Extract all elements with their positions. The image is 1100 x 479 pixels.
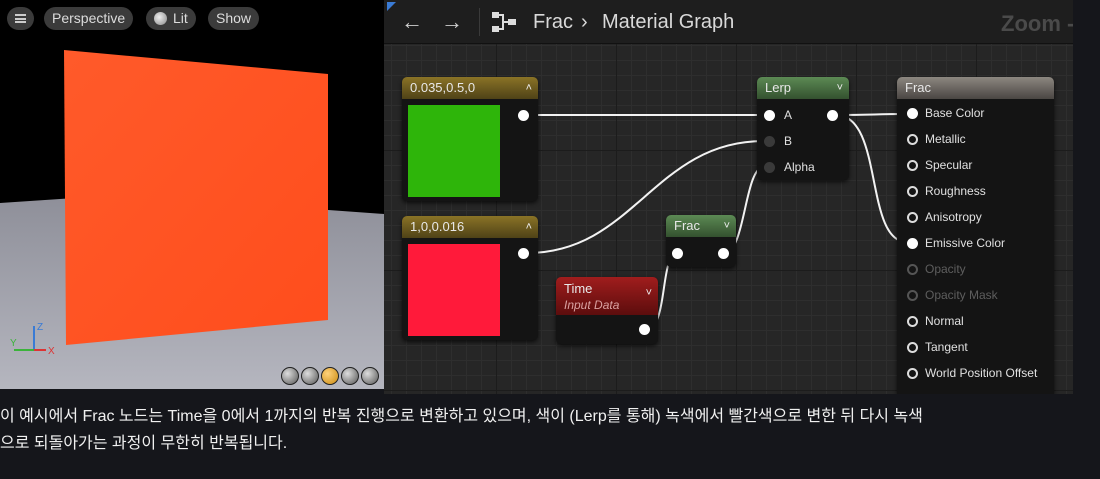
tab-corner-marker (387, 2, 396, 11)
output-pin[interactable] (518, 248, 529, 259)
pin-label-opacity: Opacity (925, 262, 966, 276)
caption-line-2: 으로 되돌아가는 과정이 무한히 반복됩니다. (0, 435, 288, 452)
preview-cube-icon[interactable] (341, 367, 359, 385)
input-pin[interactable] (672, 248, 683, 259)
hamburger-icon (15, 14, 26, 23)
input-pin-alpha[interactable] (764, 162, 775, 173)
axis-x-label: X (48, 346, 55, 357)
output-pin[interactable] (827, 110, 838, 121)
input-pin-specular[interactable] (907, 160, 918, 171)
pin-label-base-color: Base Color (925, 106, 985, 120)
node-title: 1,0,0.016 (410, 219, 465, 234)
axis-z-label: Z (37, 322, 43, 333)
node-graph-icon (492, 12, 516, 32)
material-graph-editor[interactable]: ← → Frac › Material Graph Zoom -1 (384, 0, 1073, 394)
perspective-button[interactable]: Perspective (44, 7, 134, 30)
input-pin-tangent[interactable] (907, 342, 918, 353)
constant3vector-red-node[interactable]: 1,0,0.016 ˄ (402, 216, 538, 340)
input-pin-opacity[interactable] (907, 264, 918, 275)
pin-label-emissive-color: Emissive Color (925, 236, 1006, 250)
pin-label-roughness: Roughness (925, 184, 986, 198)
node-header: Frac ˅ (666, 215, 736, 237)
perspective-label: Perspective (52, 10, 126, 26)
node-header: Lerp ˅ (757, 77, 849, 99)
input-pin-world-position-offset[interactable] (907, 368, 918, 379)
toolbar-divider (479, 8, 480, 36)
material-preview-viewport[interactable]: Perspective Lit Show Z X Y (0, 0, 384, 389)
breadcrumb-asset[interactable]: Frac (533, 11, 573, 34)
node-title: Frac (905, 80, 931, 95)
collapse-chevron-icon[interactable]: ˅ (837, 77, 843, 99)
input-pin-anisotropy[interactable] (907, 212, 918, 223)
node-subtitle: Input Data (564, 298, 620, 312)
axis-gizmo: Z X Y (10, 322, 55, 357)
node-header: 0.035,0.5,0 ˄ (402, 77, 538, 99)
lerp-node[interactable]: Lerp ˅ A B Alpha (757, 77, 849, 180)
caption: 이 예시에서 Frac 노드는 Time을 0에서 1까지의 반복 진행으로 변… (0, 403, 1100, 457)
caption-line-1: 이 예시에서 Frac 노드는 Time을 0에서 1까지의 반복 진행으로 변… (0, 408, 923, 425)
input-pin-a[interactable] (764, 110, 775, 121)
breadcrumb-separator: › (581, 11, 588, 33)
forward-arrow-icon[interactable]: → (441, 11, 463, 33)
node-title: Lerp (765, 80, 792, 95)
input-pin-normal[interactable] (907, 316, 918, 327)
pin-label-metallic: Metallic (925, 132, 966, 146)
right-gutter (1073, 0, 1100, 394)
preview-mesh-selector[interactable] (281, 367, 381, 385)
preview-cylinder-icon[interactable] (281, 367, 299, 385)
frac-node[interactable]: Frac ˅ (666, 215, 736, 267)
show-button[interactable]: Show (208, 7, 260, 30)
back-arrow-icon[interactable]: ← (401, 11, 423, 33)
pin-label-tangent: Tangent (925, 340, 968, 354)
input-pin-emissive-color[interactable] (907, 238, 918, 249)
breadcrumb-graph: Material Graph (602, 11, 735, 33)
node-title: Frac (674, 218, 700, 233)
output-pin[interactable] (639, 324, 650, 335)
input-pin-roughness[interactable] (907, 186, 918, 197)
pin-label-opacity-mask: Opacity Mask (925, 288, 998, 302)
node-header: Time Input Data ˅ (556, 277, 658, 315)
pin-label-world-position-offset: World Position Offset (925, 366, 1038, 380)
output-pin[interactable] (718, 248, 729, 259)
pin-label-normal: Normal (925, 314, 964, 328)
input-pin-metallic[interactable] (907, 134, 918, 145)
color-swatch (408, 105, 500, 197)
pin-label-specular: Specular (925, 158, 973, 172)
axis-y-label: Y (10, 338, 17, 349)
page: Perspective Lit Show Z X Y ← → Frac › Ma… (0, 0, 1100, 479)
node-title: 0.035,0.5,0 (410, 80, 476, 95)
input-pin-opacity-mask[interactable] (907, 290, 918, 301)
zoom-level: Zoom -1 (1001, 11, 1073, 36)
input-pin-b[interactable] (764, 136, 775, 147)
output-pin[interactable] (518, 110, 529, 121)
input-pin-base-color[interactable] (907, 108, 918, 119)
collapse-chevron-icon[interactable]: ˄ (526, 77, 532, 99)
show-label: Show (216, 10, 252, 26)
collapse-chevron-icon[interactable]: ˅ (646, 285, 652, 301)
lit-label: Lit (173, 10, 188, 26)
node-title: Time (564, 281, 593, 296)
preview-mesh (64, 50, 328, 345)
constant3vector-green-node[interactable]: 0.035,0.5,0 ˄ (402, 77, 538, 201)
node-header: 1,0,0.016 ˄ (402, 216, 538, 238)
graph-toolbar: ← → Frac › Material Graph Zoom -1 (384, 0, 1073, 44)
node-header: Frac (897, 77, 1054, 99)
pin-label-b: B (784, 134, 793, 148)
lit-mode-button[interactable]: Lit (146, 7, 196, 30)
preview-plane-icon[interactable] (321, 367, 339, 385)
pin-label-anisotropy: Anisotropy (925, 210, 982, 224)
collapse-chevron-icon[interactable]: ˄ (526, 216, 532, 238)
color-swatch (408, 244, 500, 336)
light-bulb-sphere-icon (154, 12, 167, 25)
preview-teapot-icon[interactable] (361, 367, 379, 385)
pin-label-a: A (784, 108, 793, 122)
viewport-menu-button[interactable] (7, 7, 34, 30)
material-result-node[interactable]: Frac Base Color Metallic Specular Roughness… (897, 77, 1054, 394)
preview-sphere-icon[interactable] (301, 367, 319, 385)
collapse-chevron-icon[interactable]: ˅ (724, 215, 730, 237)
pin-label-alpha: Alpha (784, 160, 815, 174)
time-node[interactable]: Time Input Data ˅ (556, 277, 658, 344)
